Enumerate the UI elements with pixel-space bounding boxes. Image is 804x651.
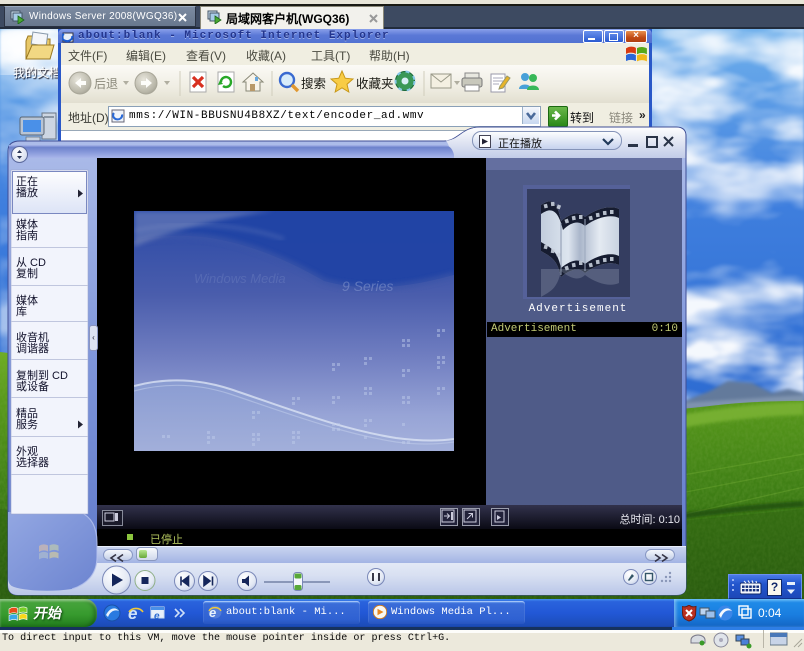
svg-text:e: e (128, 604, 137, 623)
svg-text:Windows Media: Windows Media (194, 271, 286, 286)
svg-text:9 Series: 9 Series (342, 278, 393, 294)
svg-text:e: e (154, 611, 160, 622)
